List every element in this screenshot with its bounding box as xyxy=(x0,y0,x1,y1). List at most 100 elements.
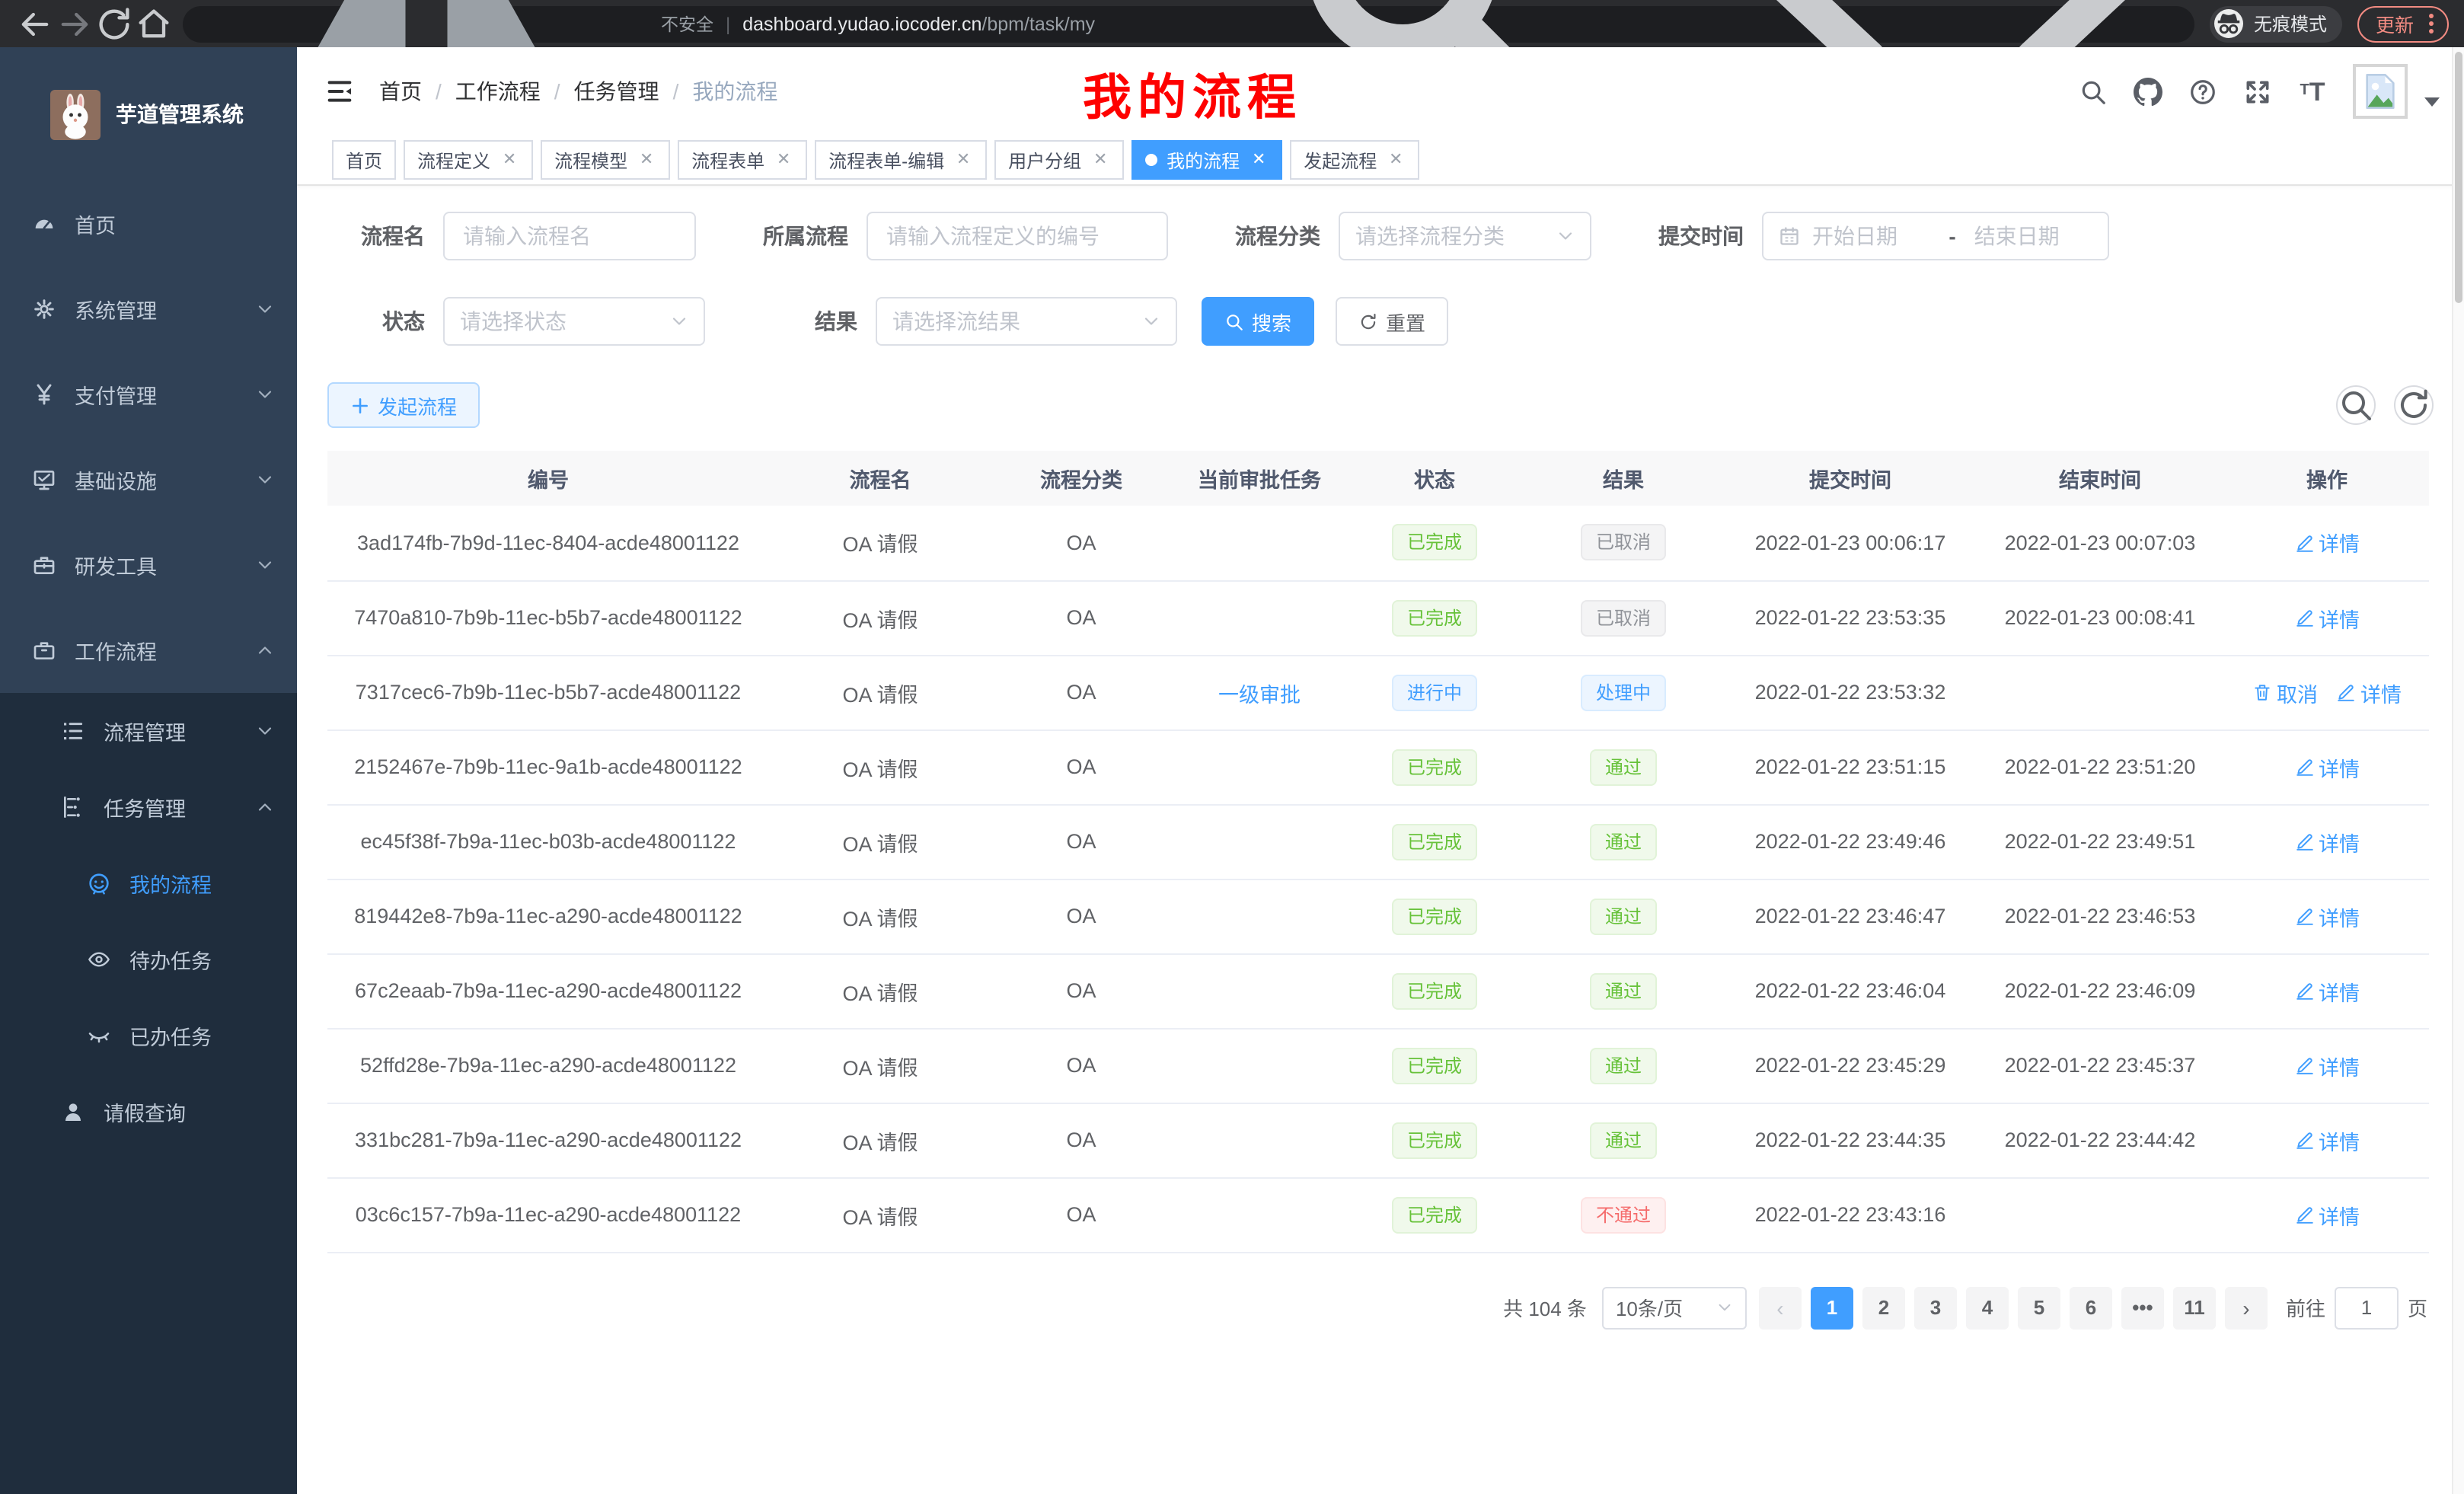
close-icon[interactable]: ✕ xyxy=(953,150,973,170)
cell-id: 52ffd28e-7b9a-11ec-a290-acde48001122 xyxy=(327,1028,769,1103)
tab-用户分组[interactable]: 用户分组✕ xyxy=(994,140,1124,180)
detail-link[interactable]: 详情 xyxy=(2294,826,2360,857)
page-size-select[interactable]: 10条/页 xyxy=(1602,1286,1747,1329)
task-link[interactable]: 一级审批 xyxy=(1218,683,1301,706)
reload-icon[interactable] xyxy=(94,4,134,43)
next-page-button[interactable]: › xyxy=(2225,1286,2268,1329)
status-badge: 已完成 xyxy=(1392,898,1477,934)
gear-icon xyxy=(32,297,56,321)
close-icon[interactable]: ✕ xyxy=(500,150,519,170)
page-button-3[interactable]: 3 xyxy=(1914,1286,1957,1329)
sidebar-item-已办任务[interactable]: 已办任务 xyxy=(0,998,297,1074)
definition-input[interactable] xyxy=(867,212,1168,260)
status-label: 状态 xyxy=(327,306,443,337)
tab-流程表单[interactable]: 流程表单✕ xyxy=(678,140,807,180)
sidebar-item-基础设施[interactable]: 基础设施 xyxy=(0,437,297,522)
cancel-link[interactable]: 取消 xyxy=(2252,677,2318,707)
status-select[interactable]: 请选择状态 xyxy=(443,297,705,346)
page-button-1[interactable]: 1 xyxy=(1811,1286,1853,1329)
goto-page-input[interactable] xyxy=(2335,1286,2399,1329)
tab-首页[interactable]: 首页 xyxy=(332,140,396,180)
detail-link[interactable]: 详情 xyxy=(2294,975,2360,1006)
close-icon[interactable]: ✕ xyxy=(1090,150,1110,170)
cell-id: 7317cec6-7b9b-11ec-b5b7-acde48001122 xyxy=(327,655,769,729)
breadcrumb-item-任务管理[interactable]: 任务管理 xyxy=(574,76,659,107)
process-name-input[interactable] xyxy=(443,212,696,260)
cell-operations: 详情 xyxy=(2225,953,2429,1028)
sidebar-item-我的流程[interactable]: 我的流程 xyxy=(0,845,297,921)
detail-link[interactable]: 详情 xyxy=(2294,1199,2360,1230)
page-button-6[interactable]: 6 xyxy=(2070,1286,2112,1329)
close-icon[interactable]: ✕ xyxy=(1386,150,1406,170)
url-separator: | xyxy=(726,13,730,34)
help-icon[interactable] xyxy=(2188,77,2217,106)
page-button-5[interactable]: 5 xyxy=(2018,1286,2060,1329)
sidebar-item-任务管理[interactable]: 任务管理 xyxy=(0,769,297,845)
github-icon[interactable] xyxy=(2134,77,2162,106)
cell-current-task xyxy=(1171,1103,1348,1177)
sidebar-item-工作流程[interactable]: 工作流程 xyxy=(0,608,297,693)
chevron-down-icon xyxy=(1142,312,1160,330)
breadcrumb-item-工作流程[interactable]: 工作流程 xyxy=(455,76,541,107)
detail-link[interactable]: 详情 xyxy=(2294,1050,2360,1081)
browser-update-button[interactable]: 更新 xyxy=(2357,5,2449,42)
font-size-icon[interactable]: TT xyxy=(2298,77,2327,106)
detail-link[interactable]: 详情 xyxy=(2294,1125,2360,1155)
detail-link[interactable]: 详情 xyxy=(2294,528,2360,558)
refresh-table-button[interactable] xyxy=(2394,385,2434,425)
edit-icon xyxy=(2336,682,2356,702)
search-icon[interactable] xyxy=(2079,77,2108,106)
app-logo xyxy=(50,89,101,139)
tab-发起流程[interactable]: 发起流程✕ xyxy=(1290,140,1419,180)
home-icon[interactable] xyxy=(134,4,174,43)
detail-link[interactable]: 详情 xyxy=(2294,602,2360,633)
result-select[interactable]: 请选择流结果 xyxy=(876,297,1177,346)
tab-label: 流程模型 xyxy=(554,147,627,173)
more-pages-button[interactable]: ••• xyxy=(2121,1286,2164,1329)
sidebar-item-支付管理[interactable]: 支付管理 xyxy=(0,352,297,437)
search-button[interactable]: 搜索 xyxy=(1202,297,1314,346)
close-icon[interactable]: ✕ xyxy=(1249,150,1269,170)
tab-流程模型[interactable]: 流程模型 ✕ xyxy=(541,140,670,180)
cell-category: OA xyxy=(991,1177,1171,1252)
browser-menu-icon[interactable] xyxy=(2424,14,2438,34)
category-select[interactable]: 请选择流程分类 xyxy=(1339,212,1591,260)
forward-icon[interactable] xyxy=(55,4,94,43)
detail-link[interactable]: 详情 xyxy=(2294,901,2360,931)
page-scrollbar[interactable] xyxy=(2452,47,2464,1494)
date-range-picker[interactable]: 开始日期 - 结束日期 xyxy=(1762,212,2109,260)
tab-流程表单-编辑[interactable]: 流程表单-编辑✕ xyxy=(815,140,987,180)
column-header-编号: 编号 xyxy=(327,451,769,506)
cell-process-name: OA 请假 xyxy=(769,655,991,729)
avatar[interactable] xyxy=(2353,64,2408,119)
sidebar-item-流程管理[interactable]: 流程管理 xyxy=(0,693,297,769)
breadcrumb-item-首页[interactable]: 首页 xyxy=(379,76,422,107)
sidebar-collapse-icon[interactable] xyxy=(324,76,355,107)
tab-我的流程[interactable]: 我的流程✕ xyxy=(1131,140,1282,180)
toggle-search-button[interactable] xyxy=(2336,385,2376,425)
create-process-button[interactable]: 发起流程 xyxy=(327,382,480,428)
sidebar-item-首页[interactable]: 首页 xyxy=(0,181,297,267)
close-icon[interactable]: ✕ xyxy=(774,150,793,170)
page-button-4[interactable]: 4 xyxy=(1966,1286,2009,1329)
sidebar-item-请假查询[interactable]: 请假查询 xyxy=(0,1074,297,1150)
url-bar[interactable]: 不安全 | dashboard.yudao.iocoder.cn/bpm/tas… xyxy=(183,5,2194,42)
cell-status: 已完成 xyxy=(1348,729,1521,804)
logo-row[interactable]: 芋道管理系统 xyxy=(0,47,297,181)
sidebar-item-研发工具[interactable]: 研发工具 xyxy=(0,522,297,608)
prev-page-button[interactable]: ‹ xyxy=(1759,1286,1802,1329)
tab-流程定义[interactable]: 流程定义✕ xyxy=(404,140,533,180)
sidebar-item-待办任务[interactable]: 待办任务 xyxy=(0,921,297,998)
avatar-caret-icon[interactable] xyxy=(2424,97,2440,107)
page-button-11[interactable]: 11 xyxy=(2173,1286,2216,1329)
close-icon[interactable]: ✕ xyxy=(637,150,656,170)
sidebar-item-系统管理[interactable]: 系统管理 xyxy=(0,267,297,352)
detail-link[interactable]: 详情 xyxy=(2336,677,2402,707)
back-icon[interactable] xyxy=(15,4,55,43)
page-button-2[interactable]: 2 xyxy=(1862,1286,1905,1329)
reset-button[interactable]: 重置 xyxy=(1336,297,1448,346)
fullscreen-icon[interactable] xyxy=(2243,77,2272,106)
dashboard-icon xyxy=(32,212,56,236)
scrollbar-thumb[interactable] xyxy=(2455,52,2462,303)
detail-link[interactable]: 详情 xyxy=(2294,752,2360,782)
